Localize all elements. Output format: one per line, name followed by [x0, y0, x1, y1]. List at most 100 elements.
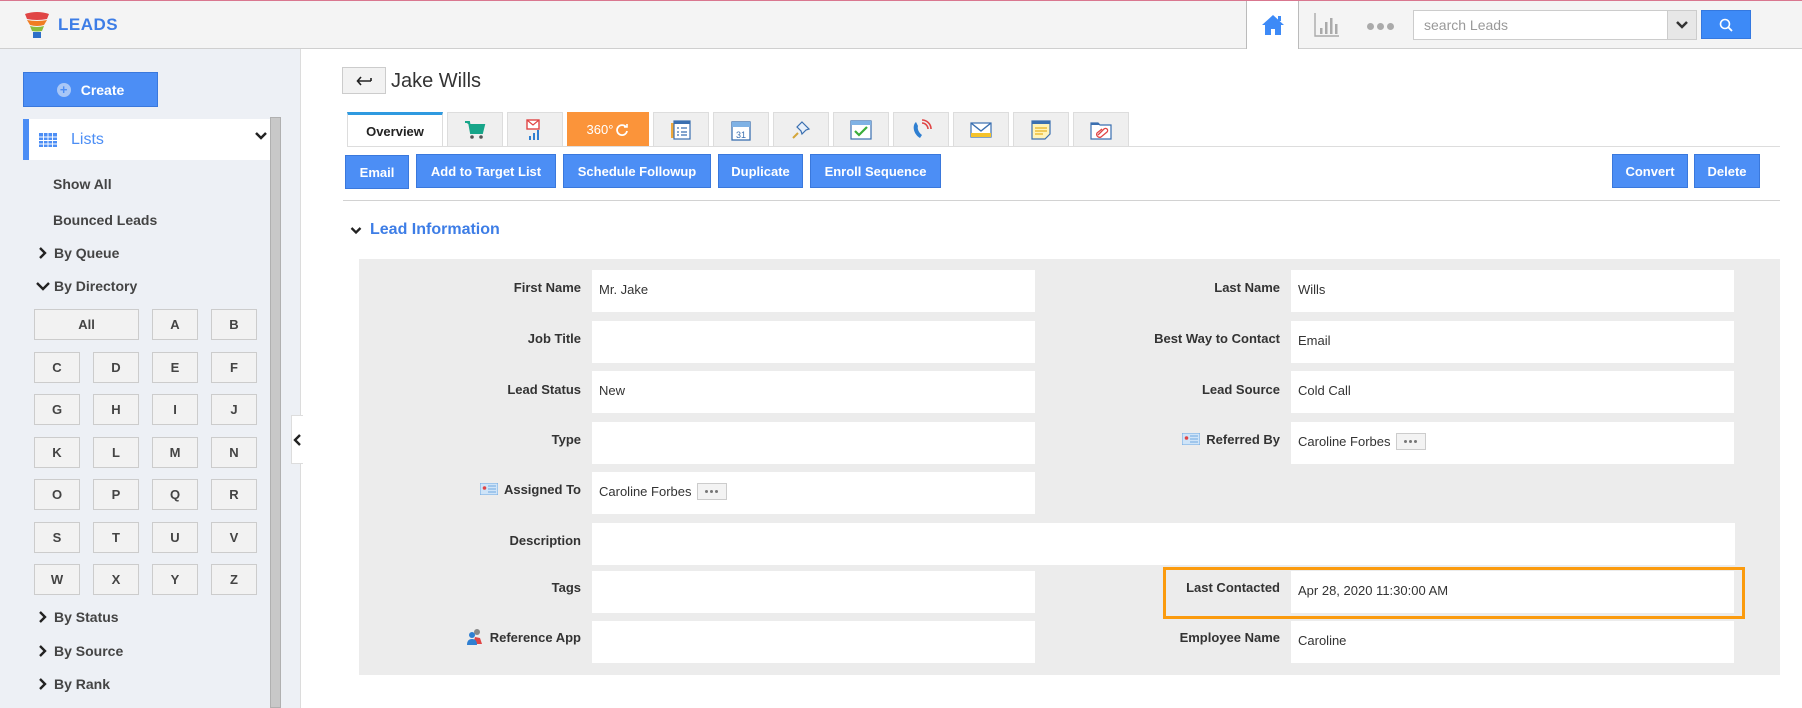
first-name-label: First Name	[513, 279, 581, 295]
group-label: By Directory	[54, 278, 138, 294]
tabs-divider	[347, 146, 1780, 147]
create-button[interactable]: + Create	[23, 72, 158, 107]
reference-app-value[interactable]	[592, 621, 1035, 663]
lead-source-value[interactable]: Cold Call	[1291, 371, 1734, 413]
tab-tasks[interactable]	[833, 112, 889, 147]
directory-letter-m[interactable]: M	[152, 437, 198, 468]
assigned-to-lookup-button[interactable]	[696, 483, 727, 500]
form-icon	[671, 119, 691, 140]
directory-letter-l[interactable]: L	[93, 437, 139, 468]
best-way-to-contact-value[interactable]: Email	[1291, 321, 1734, 363]
last-contacted-label: Last Contacted	[1186, 579, 1280, 595]
search-filter-dropdown[interactable]	[1667, 11, 1696, 39]
tab-label: Overview	[366, 123, 424, 139]
directory-letter-d[interactable]: D	[93, 352, 139, 383]
lists-header[interactable]: Lists	[23, 119, 270, 160]
more-dots-icon[interactable]	[1360, 13, 1400, 39]
directory-letter-g[interactable]: G	[34, 394, 80, 425]
attachment-folder-icon	[1090, 121, 1112, 140]
tab-calls[interactable]	[893, 112, 949, 147]
directory-letter-x[interactable]: X	[93, 564, 139, 595]
job-title-value[interactable]	[592, 321, 1035, 363]
assigned-to-value[interactable]: Caroline Forbes	[592, 472, 1035, 514]
directory-letter-n[interactable]: N	[211, 437, 257, 468]
cart-icon	[465, 120, 486, 139]
directory-letter-s[interactable]: S	[34, 522, 80, 553]
reference-app-label: Reference App	[400, 628, 581, 646]
back-button[interactable]	[342, 67, 386, 94]
lists-label: Lists	[71, 130, 104, 148]
sidebar-group-by-source[interactable]: By Source	[36, 643, 123, 659]
directory-letter-k[interactable]: K	[34, 437, 80, 468]
sidebar-item-show-all[interactable]: Show All	[53, 176, 112, 192]
directory-letter-f[interactable]: F	[211, 352, 257, 383]
tab-calendar[interactable]: 31	[713, 112, 769, 147]
directory-letter-c[interactable]: C	[34, 352, 80, 383]
directory-letter-b[interactable]: B	[211, 309, 257, 340]
employee-name-value[interactable]: Caroline	[1291, 621, 1734, 663]
convert-button[interactable]: Convert	[1612, 154, 1688, 188]
delete-button[interactable]: Delete	[1694, 154, 1760, 188]
tags-value[interactable]	[592, 571, 1035, 613]
chevron-down-icon	[350, 226, 362, 234]
description-value[interactable]	[592, 523, 1735, 565]
directory-letter-p[interactable]: P	[93, 479, 139, 510]
search-input[interactable]	[1414, 11, 1666, 39]
referred-by-lookup-button[interactable]	[1395, 433, 1426, 450]
contact-card-icon	[1182, 433, 1201, 445]
directory-letter-r[interactable]: R	[211, 479, 257, 510]
directory-letter-h[interactable]: H	[93, 394, 139, 425]
app-logo[interactable]: LEADS	[24, 11, 118, 39]
duplicate-button[interactable]: Duplicate	[718, 154, 803, 188]
tab-overview[interactable]: Overview	[347, 112, 443, 147]
last-contacted-value[interactable]: Apr 28, 2020 11:30:00 AM	[1291, 571, 1734, 613]
lead-status-value[interactable]: New	[592, 371, 1035, 413]
directory-letter-q[interactable]: Q	[152, 479, 198, 510]
home-button[interactable]	[1246, 1, 1299, 49]
first-name-value[interactable]: Mr. Jake	[592, 270, 1035, 312]
sidebar-group-by-directory[interactable]: By Directory	[36, 278, 137, 294]
directory-letter-z[interactable]: Z	[211, 564, 257, 595]
email-button[interactable]: Email	[345, 155, 409, 189]
sidebar-item-bounced-leads[interactable]: Bounced Leads	[53, 212, 157, 228]
search-button[interactable]	[1701, 10, 1751, 39]
tab-details[interactable]	[653, 112, 709, 147]
tab-pins[interactable]	[773, 112, 829, 147]
directory-letter-y[interactable]: Y	[152, 564, 198, 595]
directory-letter-o[interactable]: O	[34, 479, 80, 510]
directory-letter-w[interactable]: W	[34, 564, 80, 595]
enroll-sequence-button[interactable]: Enroll Sequence	[810, 154, 941, 188]
referred-by-value[interactable]: Caroline Forbes	[1291, 422, 1734, 464]
schedule-followup-button[interactable]: Schedule Followup	[563, 154, 711, 188]
sidebar-collapse-handle[interactable]	[291, 415, 303, 464]
chevron-down-icon	[1676, 21, 1688, 29]
directory-letter-j[interactable]: J	[211, 394, 257, 425]
tab-360-view[interactable]: 360°	[567, 112, 649, 147]
section-lead-information[interactable]: Lead Information	[350, 221, 500, 239]
directory-letter-e[interactable]: E	[152, 352, 198, 383]
directory-letter-v[interactable]: V	[211, 522, 257, 553]
task-check-icon	[850, 119, 872, 140]
tab-notes[interactable]	[1013, 112, 1069, 147]
tab-emails[interactable]	[953, 112, 1009, 147]
directory-letter-u[interactable]: U	[152, 522, 198, 553]
tab-products[interactable]	[447, 112, 503, 147]
tab-attachments[interactable]	[1073, 112, 1129, 147]
sidebar-group-by-rank[interactable]: By Rank	[36, 676, 110, 692]
directory-letter-all[interactable]: All	[34, 309, 139, 340]
type-value[interactable]	[592, 422, 1035, 464]
best-way-to-contact-label: Best Way to Contact	[1154, 330, 1280, 346]
sidebar-group-by-status[interactable]: By Status	[36, 609, 119, 625]
reports-button[interactable]	[1309, 9, 1345, 41]
sidebar-scrollbar[interactable]	[270, 117, 281, 708]
directory-letter-i[interactable]: I	[152, 394, 198, 425]
directory-letter-a[interactable]: A	[152, 309, 198, 340]
sidebar-group-by-queue[interactable]: By Queue	[36, 245, 119, 261]
tab-campaigns[interactable]	[507, 112, 563, 147]
directory-letter-t[interactable]: T	[93, 522, 139, 553]
section-title: Lead Information	[370, 221, 500, 238]
add-to-target-list-button[interactable]: Add to Target List	[416, 154, 556, 188]
referred-by-label: Referred By	[1120, 430, 1280, 448]
lead-source-label: Lead Source	[1201, 381, 1280, 397]
last-name-value[interactable]: Wills	[1291, 270, 1734, 312]
